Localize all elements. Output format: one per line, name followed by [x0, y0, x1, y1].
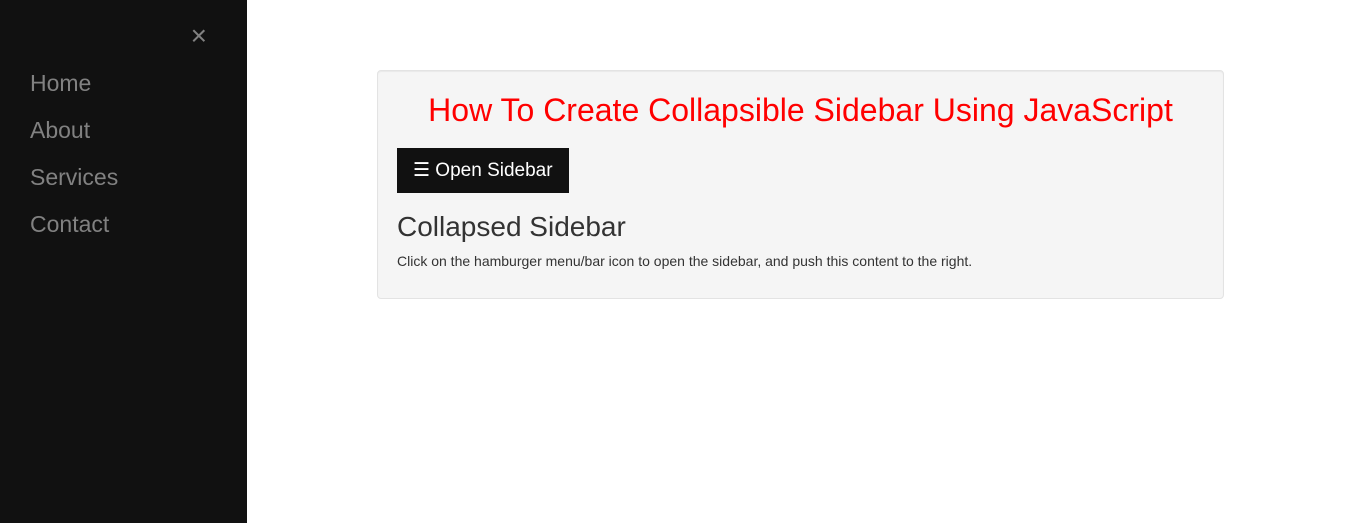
- close-icon[interactable]: ×: [161, 12, 217, 60]
- content-panel: How To Create Collapsible Sidebar Using …: [377, 70, 1224, 299]
- sidebar-item-home[interactable]: Home: [0, 60, 247, 107]
- subheading: Collapsed Sidebar: [397, 211, 1204, 243]
- page-title: How To Create Collapsible Sidebar Using …: [397, 90, 1204, 130]
- main-content: How To Create Collapsible Sidebar Using …: [247, 0, 1354, 299]
- sidebar-item-about[interactable]: About: [0, 107, 247, 154]
- description-text: Click on the hamburger menu/bar icon to …: [397, 253, 1204, 269]
- sidebar-item-services[interactable]: Services: [0, 154, 247, 201]
- sidebar: × Home About Services Contact: [0, 0, 247, 523]
- open-sidebar-button[interactable]: ☰ Open Sidebar: [397, 148, 569, 193]
- sidebar-item-contact[interactable]: Contact: [0, 201, 247, 248]
